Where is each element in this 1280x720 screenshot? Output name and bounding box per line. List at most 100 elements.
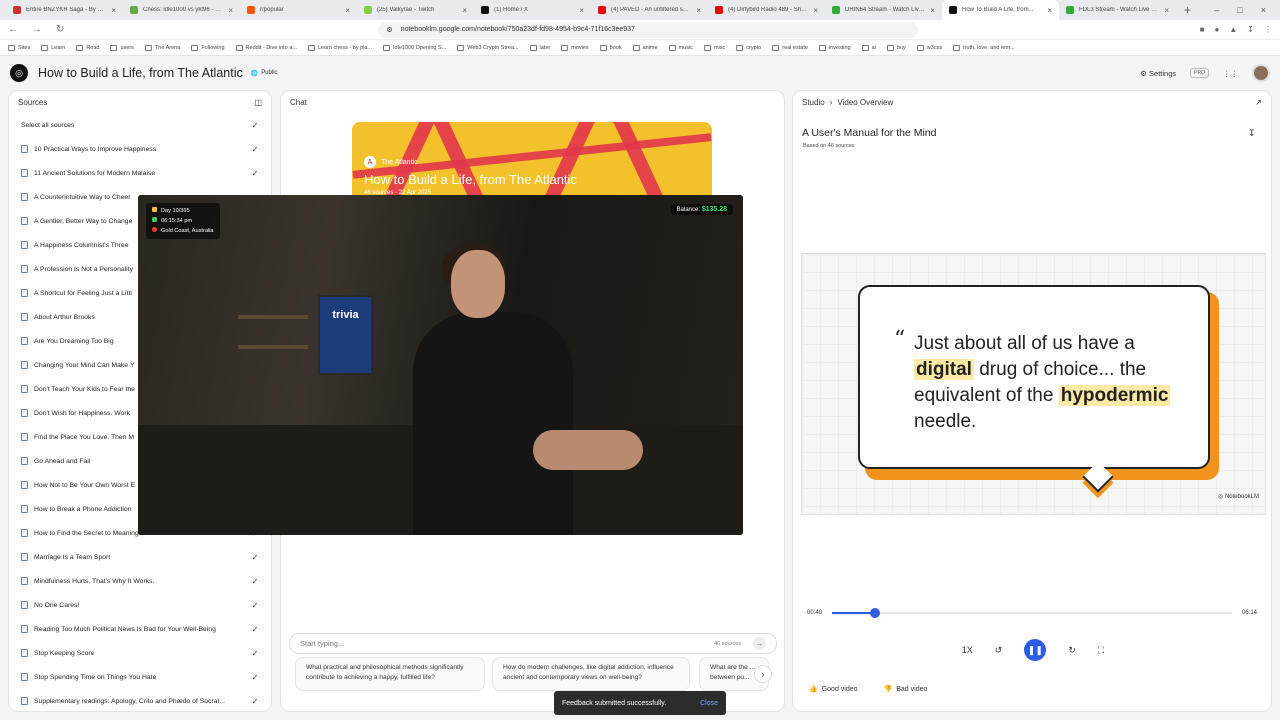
close-icon[interactable]: × (462, 6, 467, 15)
collapse-panel-icon[interactable]: ◫ (254, 98, 262, 107)
collapse-icon[interactable]: ↗ (1255, 98, 1262, 107)
checkbox-checked-icon[interactable]: ✓ (251, 697, 259, 706)
seek-handle[interactable] (869, 608, 880, 618)
source-item[interactable]: 10 Practical Ways to Improve Happiness ✓ (21, 137, 259, 161)
checkbox-checked-icon[interactable]: ✓ (251, 601, 259, 610)
bookmark-item[interactable]: Read (76, 44, 99, 51)
browser-tab[interactable]: How To Build A Life, from... × (942, 0, 1059, 20)
toast-close-button[interactable]: Close (700, 700, 718, 707)
source-item[interactable]: No One Cares! ✓ (21, 593, 259, 617)
bookmark-item[interactable]: crypto (736, 44, 761, 51)
menu-icon[interactable]: ⋮ (1264, 25, 1272, 34)
forward-icon[interactable]: ↻ (1068, 645, 1076, 656)
close-icon[interactable]: × (930, 6, 935, 15)
select-all-row[interactable]: Select all sources ✓ (21, 113, 259, 137)
bookmark-item[interactable]: Reddit - Dive into a... (235, 44, 297, 51)
checkbox-checked-icon[interactable]: ✓ (251, 673, 259, 682)
breadcrumb-studio[interactable]: Studio (802, 98, 825, 107)
bookmark-item[interactable]: Web3 Crypto Strea... (457, 44, 519, 51)
bookmark-item[interactable]: later (529, 44, 550, 51)
extension-icon[interactable]: ▲ (1229, 25, 1237, 34)
rewind-icon[interactable]: ↺ (995, 645, 1003, 656)
bookmark-item[interactable]: Learn (41, 44, 65, 51)
reload-icon[interactable]: ↻ (56, 24, 64, 35)
source-item[interactable]: 11 Ancient Solutions for Modern Malaise ✓ (21, 161, 259, 185)
close-icon[interactable]: × (228, 6, 233, 15)
source-item[interactable]: Mindfulness Hurts. That's Why It Works. ✓ (21, 569, 259, 593)
seek-bar[interactable] (832, 608, 1232, 618)
close-icon[interactable]: × (696, 6, 701, 15)
close-icon[interactable]: × (345, 6, 350, 15)
browser-tab[interactable]: DRIN64 Stream - Watch Live on... × (825, 0, 942, 20)
bookmark-item[interactable]: truth, love, and tem... (953, 44, 1015, 51)
close-icon[interactable]: × (1164, 6, 1169, 15)
bookmark-item[interactable]: users (110, 44, 134, 51)
source-item[interactable]: Marriage Is a Team Sport ✓ (21, 545, 259, 569)
bookmark-item[interactable]: Learn chess - by pla... (307, 44, 372, 51)
bookmark-item[interactable]: music (668, 44, 693, 51)
fullscreen-icon[interactable]: ⛶ (1098, 645, 1104, 656)
extension-icon[interactable]: ■ (1200, 25, 1205, 34)
close-icon[interactable]: × (111, 6, 116, 15)
source-item[interactable]: Supplementary readings: Apology, Crito a… (21, 689, 259, 711)
chat-input[interactable]: Start typing... 46 sources → (289, 633, 777, 654)
bookmark-item[interactable]: ai (861, 44, 876, 51)
apps-grid-icon[interactable]: ⋮⋮ (1223, 69, 1238, 78)
visibility-badge[interactable]: 🌐 Public (251, 70, 278, 77)
forward-icon[interactable]: → (32, 24, 42, 35)
bookmark-item[interactable]: book (599, 44, 622, 51)
close-icon[interactable]: × (813, 6, 818, 15)
bookmark-item[interactable]: w3css (916, 44, 942, 51)
checkbox-checked-icon[interactable]: ✓ (251, 625, 259, 634)
bookmark-item[interactable]: anime (632, 44, 658, 51)
browser-tab[interactable]: (4) Dirtybird Radio 489 - Sharin... × (708, 0, 825, 20)
chevron-right-icon[interactable]: › (754, 665, 772, 683)
download-icon[interactable]: ↧ (1248, 128, 1256, 139)
bookmark-item[interactable]: Following (191, 44, 225, 51)
bookmark-item[interactable]: misc (703, 44, 725, 51)
browser-tab[interactable]: Chess: idle1000 vs ykt96 - 882880... × (123, 0, 240, 20)
close-window-icon[interactable]: × (1261, 5, 1266, 15)
browser-tab[interactable]: (25) Valkyrae - Twitch × (357, 0, 474, 20)
checkbox-checked-icon[interactable]: ✓ (251, 577, 259, 586)
notebooklm-logo-icon[interactable]: ◎ (10, 64, 28, 82)
browser-tab[interactable]: (1) Home / X × (474, 0, 591, 20)
minimize-icon[interactable]: – (1214, 5, 1219, 15)
new-tab-icon[interactable]: + (1176, 3, 1199, 17)
bookmark-item[interactable]: buy (886, 44, 906, 51)
source-item[interactable]: Stop Spending Time on Things You Hate ✓ (21, 665, 259, 689)
download-icon[interactable]: ↧ (1247, 25, 1254, 34)
checkbox-checked-icon[interactable]: ✓ (251, 649, 259, 658)
back-icon[interactable]: ← (8, 24, 18, 35)
site-info-icon[interactable]: ⚙ (386, 26, 392, 34)
checkbox-checked-icon[interactable]: ✓ (251, 169, 259, 178)
bookmark-item[interactable]: real estate (772, 44, 808, 51)
send-arrow-icon[interactable]: → (753, 637, 766, 650)
source-item[interactable]: Stop Keeping Score ✓ (21, 641, 259, 665)
checkbox-checked-icon[interactable]: ✓ (251, 553, 259, 562)
browser-tab[interactable]: r/popular × (240, 0, 357, 20)
maximize-icon[interactable]: □ (1237, 5, 1242, 15)
extension-icon[interactable]: ● (1215, 25, 1220, 34)
bookmark-item[interactable]: Sites (8, 44, 30, 51)
close-icon[interactable]: × (1047, 6, 1052, 15)
url-field[interactable]: ⚙ notebooklm.google.com/notebook/750a23d… (378, 21, 919, 38)
video-frame[interactable]: “Just about all of us have a digital dru… (801, 253, 1266, 515)
suggestion-chip[interactable]: What practical and philosophical methods… (295, 657, 485, 691)
bookmark-item[interactable]: Idle1000 Opening S... (383, 44, 446, 51)
settings-button[interactable]: ⚙ Settings (1140, 69, 1176, 78)
suggestion-chip[interactable]: How do modern challenges, like digital a… (492, 657, 690, 691)
bad-video-button[interactable]: 👎 Bad video (884, 685, 928, 694)
bookmark-item[interactable]: investing (818, 44, 851, 51)
browser-tab[interactable]: (4) PAVED - An unfiltered snowbo... × (591, 0, 708, 20)
pause-icon[interactable]: ❚❚ (1024, 639, 1047, 661)
picture-in-picture-video[interactable]: trivia Day 10/365 06:15:34 pm Gold Coast… (138, 195, 743, 535)
source-item[interactable]: Reading Too Much Political News Is Bad f… (21, 617, 259, 641)
bookmark-item[interactable]: movies (561, 44, 589, 51)
close-icon[interactable]: × (579, 6, 584, 15)
checkbox-checked-icon[interactable]: ✓ (251, 121, 259, 130)
browser-tab[interactable]: FDL3 Stream - Watch Live on c... × (1059, 0, 1176, 20)
speed-button[interactable]: 1X (962, 645, 973, 655)
good-video-button[interactable]: 👍 Good video (809, 685, 858, 694)
checkbox-checked-icon[interactable]: ✓ (251, 145, 259, 154)
